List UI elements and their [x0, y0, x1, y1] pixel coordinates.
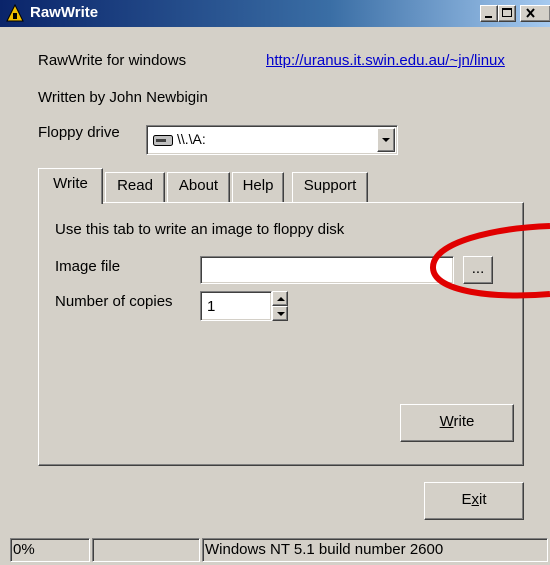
app-name-label: RawWrite for windows — [38, 52, 187, 69]
maximize-icon — [502, 8, 512, 17]
copies-increment-button[interactable] — [272, 291, 288, 306]
title-bar[interactable]: RawWrite — [0, 0, 550, 27]
arrow-down-icon — [277, 312, 285, 316]
image-file-label: Image file — [55, 258, 121, 275]
tab-label: Write — [53, 175, 88, 192]
floppy-drive-icon — [153, 135, 173, 146]
write-button[interactable]: Write — [400, 404, 514, 442]
window-title: RawWrite — [30, 4, 99, 21]
browse-button[interactable]: ... — [463, 256, 493, 284]
tab-help[interactable]: Help — [232, 172, 284, 202]
rawwrite-window: RawWrite RawWrite for windows http://ura… — [0, 0, 550, 565]
copies-label: Number of copies — [55, 293, 173, 310]
dropdown-button[interactable] — [377, 128, 395, 152]
tab-label: About — [178, 177, 219, 194]
floppy-drive-value: \\.\A: — [177, 131, 206, 147]
exit-button[interactable]: Exit — [424, 482, 524, 520]
tab-label: Support — [303, 177, 357, 194]
app-icon — [6, 4, 24, 22]
exit-button-mnemonic: x — [471, 491, 480, 508]
write-button-label: rite — [453, 413, 475, 430]
exit-button-label-start: E — [461, 491, 472, 508]
tab-support[interactable]: Support — [292, 172, 368, 202]
floppy-drive-label: Floppy drive — [38, 124, 120, 141]
write-description: Use this tab to write an image to floppy… — [55, 221, 345, 238]
exit-button-label-end: it — [479, 491, 487, 508]
minimize-button[interactable] — [480, 5, 498, 22]
image-file-input[interactable] — [200, 256, 454, 284]
copies-input[interactable]: 1 — [200, 291, 272, 321]
minimize-icon — [485, 16, 492, 18]
copies-decrement-button[interactable] — [272, 306, 288, 321]
tab-label: Help — [242, 177, 274, 194]
browse-label: ... — [471, 260, 485, 277]
status-os: Windows NT 5.1 build number 2600 — [202, 538, 548, 562]
copies-value: 1 — [207, 298, 216, 315]
tab-label: Read — [117, 177, 153, 194]
close-button[interactable] — [520, 5, 550, 22]
write-button-mnemonic: W — [439, 413, 454, 430]
arrow-up-icon — [277, 297, 285, 301]
floppy-drive-select[interactable]: \\.\A: — [146, 125, 398, 155]
tab-about[interactable]: About — [167, 172, 230, 202]
maximize-button[interactable] — [498, 5, 516, 22]
status-middle — [92, 538, 200, 562]
os-version-text: Windows NT 5.1 build number 2600 — [205, 541, 444, 558]
progress-text: 0% — [13, 541, 35, 558]
homepage-link[interactable]: http://uranus.it.swin.edu.au/~jn/linux — [266, 52, 505, 70]
close-icon — [526, 8, 535, 18]
tab-read[interactable]: Read — [105, 172, 165, 202]
status-progress: 0% — [10, 538, 90, 562]
tab-write[interactable]: Write — [38, 168, 103, 204]
chevron-down-icon — [382, 138, 390, 142]
author-label: Written by John Newbigin — [38, 89, 208, 106]
